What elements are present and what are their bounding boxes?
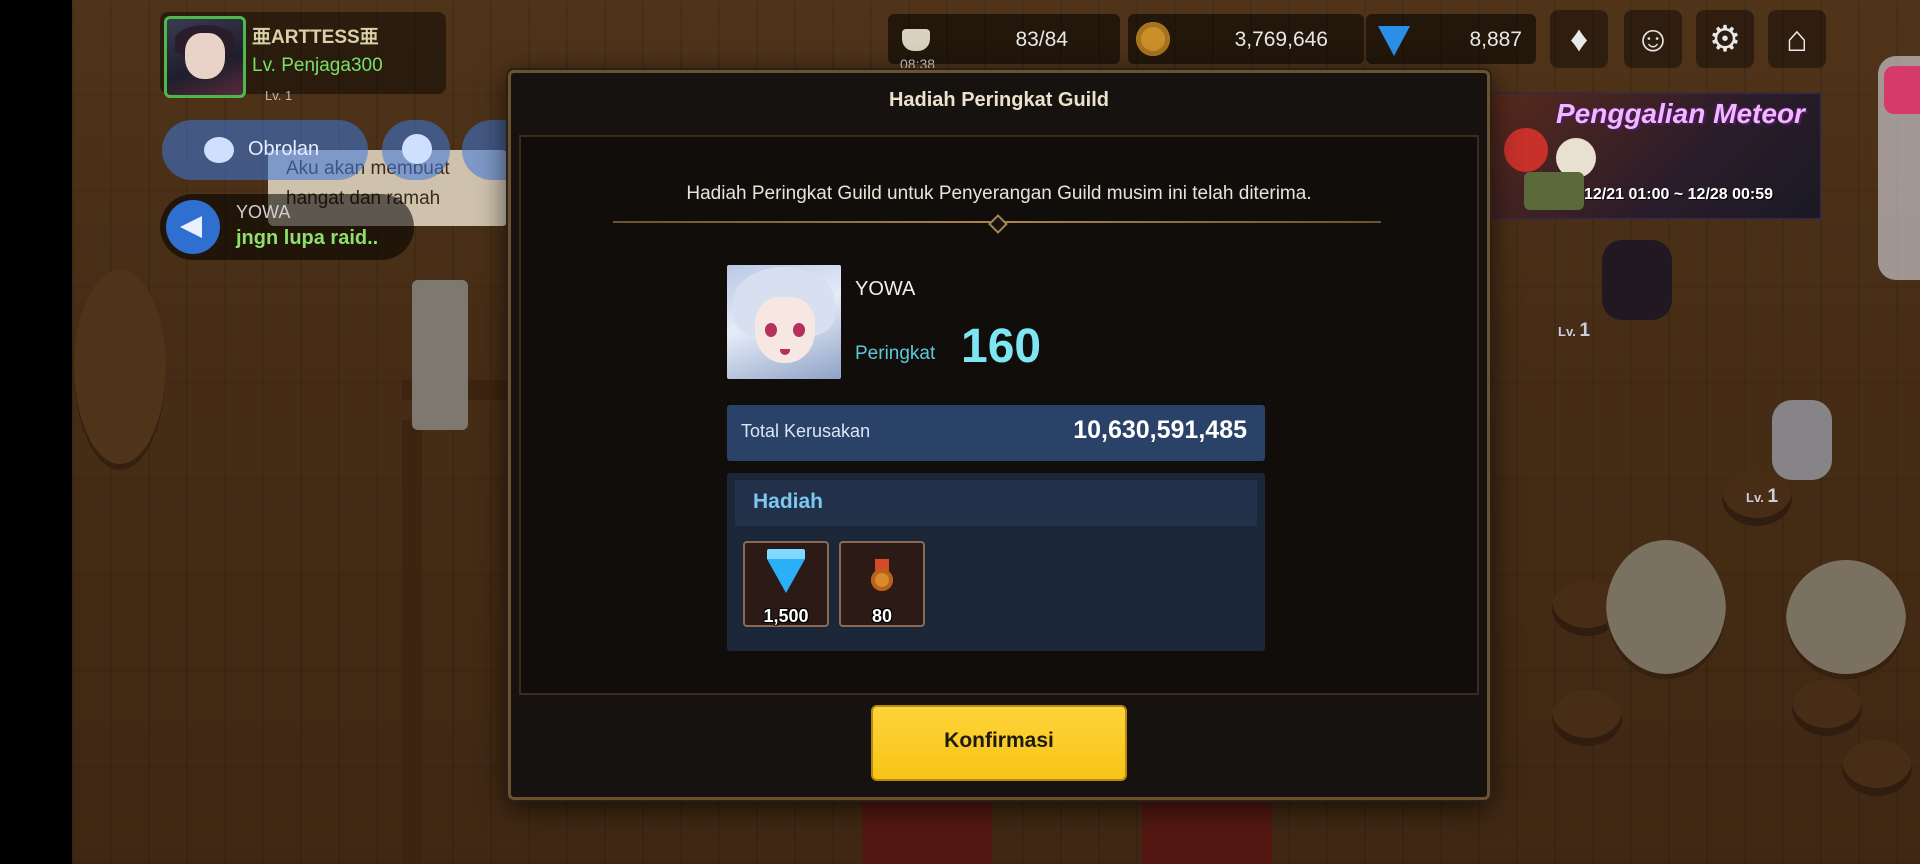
total-damage-label: Total Kerusakan bbox=[741, 421, 871, 441]
npc-level-tag: Lv. 1 bbox=[1746, 486, 1779, 507]
player-name: 亜ARTTESS亜 bbox=[252, 27, 379, 48]
smile-icon bbox=[402, 134, 432, 164]
gem-bar[interactable]: 8,887 bbox=[1366, 14, 1536, 64]
event-dates: 12/21 01:00 ~ 12/28 00:59 bbox=[1584, 186, 1774, 203]
gem-icon bbox=[767, 559, 805, 593]
stamina-value: 83/84 bbox=[1015, 28, 1068, 51]
npc-level-tag: Lv. 1 bbox=[1558, 320, 1591, 341]
guild-name: YOWA bbox=[855, 278, 916, 300]
megaphone-icon bbox=[166, 200, 220, 254]
reward-panel: Hadiah 1,500 80 bbox=[727, 473, 1265, 651]
announcement-message: jngn lupa raid.. bbox=[236, 227, 379, 249]
gold-coin-icon bbox=[1136, 22, 1170, 56]
medal-icon bbox=[871, 569, 893, 591]
letterbox-left bbox=[0, 0, 72, 864]
total-damage-row: Total Kerusakan 10,630,591,485 bbox=[727, 405, 1265, 461]
gem-icon bbox=[1378, 26, 1410, 56]
emote-button[interactable] bbox=[382, 120, 450, 180]
avatar-face bbox=[185, 33, 225, 79]
reward-title: Hadiah bbox=[753, 490, 824, 513]
modal-description: Hadiah Peringkat Guild untuk Penyerangan… bbox=[686, 183, 1312, 204]
confirm-button[interactable]: Konfirmasi bbox=[871, 705, 1127, 781]
reward-item-quantity: 80 bbox=[871, 606, 893, 626]
guild-icon[interactable]: ♦ bbox=[1550, 10, 1608, 68]
reward-item-medal[interactable]: 80 bbox=[839, 541, 925, 627]
monster-icon[interactable]: ☺ bbox=[1624, 10, 1682, 68]
announcement-sender: YOWA bbox=[236, 202, 291, 222]
coffee-icon bbox=[902, 29, 930, 51]
rank-label: Peringkat bbox=[855, 343, 936, 364]
game-screen: 亜ARTTESS亜 Lv. Penjaga300 Lv. 1 Aku akan … bbox=[0, 0, 1920, 864]
reward-item-gem[interactable]: 1,500 bbox=[743, 541, 829, 627]
total-damage-value: 10,630,591,485 bbox=[1073, 416, 1247, 444]
player-avatar[interactable] bbox=[164, 16, 246, 98]
chat-bubble-icon bbox=[204, 137, 234, 163]
gold-value: 3,769,646 bbox=[1234, 28, 1328, 51]
gem-value: 8,887 bbox=[1469, 28, 1522, 51]
guild-avatar bbox=[727, 265, 841, 379]
reward-header: Hadiah bbox=[735, 480, 1257, 526]
side-menu-icon bbox=[1884, 66, 1920, 114]
reward-item-quantity: 1,500 bbox=[763, 606, 809, 626]
chat-button[interactable]: Obrolan bbox=[162, 120, 368, 180]
announcement-banner[interactable]: YOWA jngn lupa raid.. bbox=[160, 194, 414, 260]
gear-icon[interactable]: ⚙ bbox=[1696, 10, 1754, 68]
player-level: Lv. Penjaga300 bbox=[252, 55, 383, 76]
home-icon[interactable]: ⌂ bbox=[1768, 10, 1826, 68]
player-lv-tag: Lv. 1 bbox=[265, 88, 293, 103]
side-menu-tab[interactable] bbox=[1878, 56, 1920, 280]
gold-bar[interactable]: 3,769,646 bbox=[1128, 14, 1364, 64]
confirm-button-label: Konfirmasi bbox=[944, 729, 1054, 752]
modal-title: Hadiah Peringkat Guild bbox=[888, 89, 1110, 111]
guild-reward-modal: Hadiah Peringkat Guild Hadiah Peringkat … bbox=[508, 70, 1490, 800]
event-banner[interactable]: Penggalian Meteor 12/21 01:00 ~ 12/28 00… bbox=[1486, 92, 1822, 220]
chat-button-label: Obrolan bbox=[248, 138, 320, 160]
event-title: Penggalian Meteor bbox=[1556, 98, 1805, 129]
rank-value: 160 bbox=[961, 320, 1042, 373]
